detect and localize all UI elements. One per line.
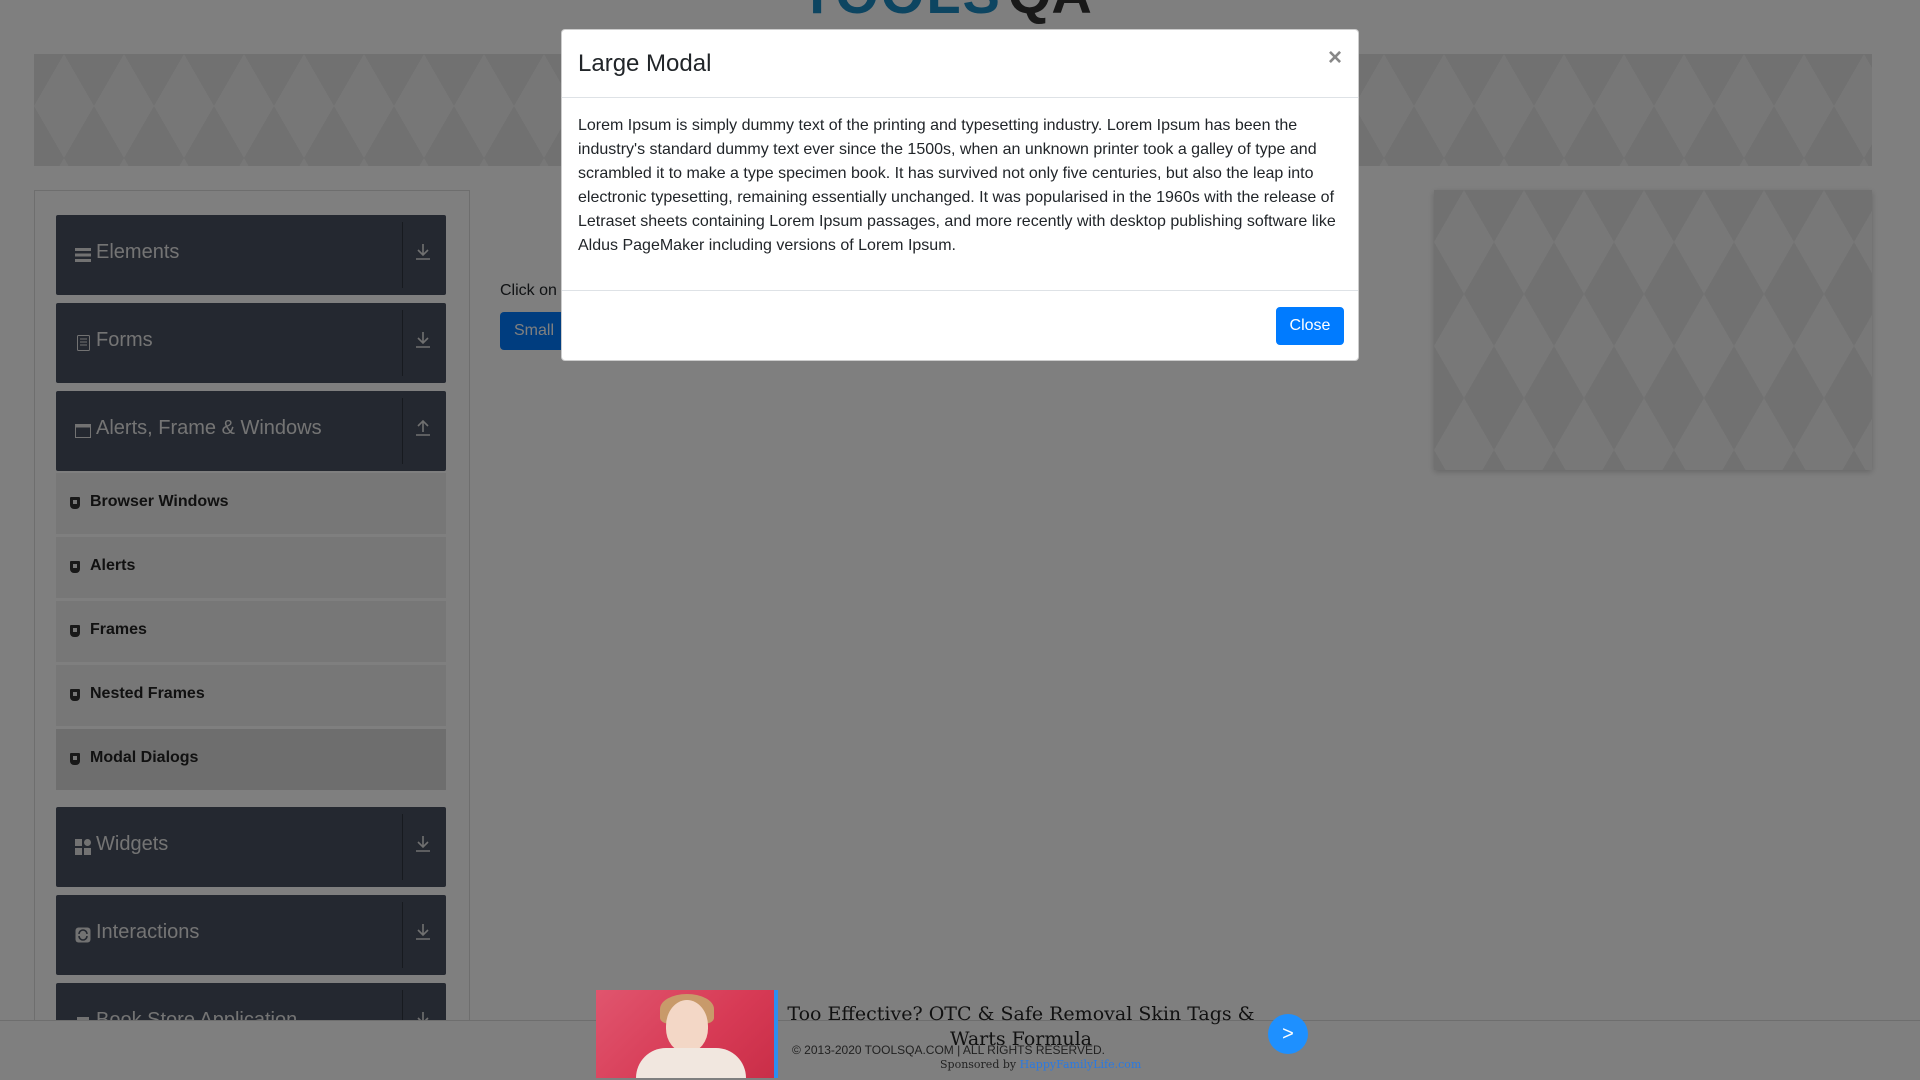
modal-footer: Close: [562, 290, 1358, 360]
sponsor-link[interactable]: HappyFamilyLife.com: [1020, 1058, 1142, 1071]
modal-body-text: Lorem Ipsum is simply dummy text of the …: [578, 117, 1336, 254]
sponsored-by: Sponsored by HappyFamilyLife.com: [940, 1058, 1141, 1071]
large-modal: Large Modal × Lorem Ipsum is simply dumm…: [561, 29, 1359, 361]
sponsored-label: Sponsored by: [940, 1058, 1017, 1071]
footer-copyright: © 2013-2020 TOOLSQA.COM | ALL RIGHTS RES…: [792, 1043, 1105, 1057]
ad-image[interactable]: [596, 990, 778, 1078]
ad-next-button[interactable]: >: [1268, 1014, 1308, 1054]
modal-title: Large Modal: [578, 50, 712, 77]
ad-image-face: [666, 1000, 708, 1052]
close-button[interactable]: Close: [1276, 307, 1344, 345]
modal-close-x-icon[interactable]: ×: [1324, 44, 1346, 71]
ad-image-shoulder: [636, 1048, 746, 1078]
modal-header: Large Modal ×: [562, 30, 1358, 98]
